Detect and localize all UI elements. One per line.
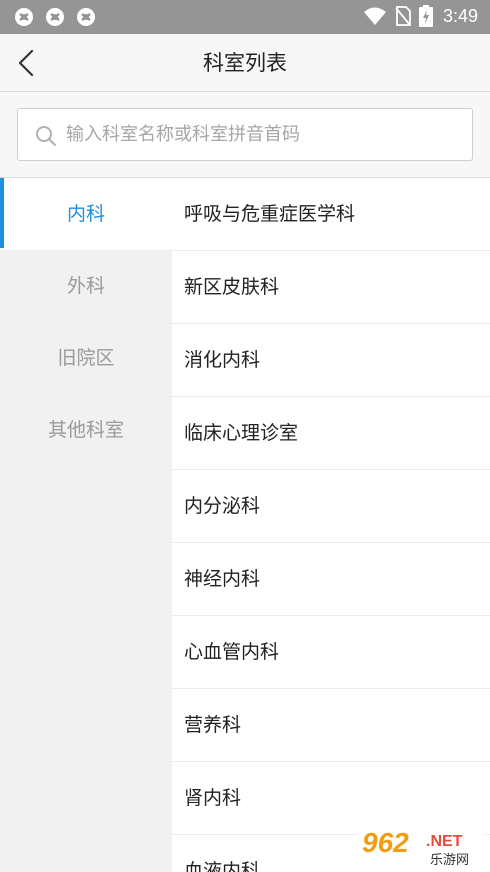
notification-icon	[46, 8, 64, 26]
watermark-suffix: .NET	[426, 833, 463, 850]
category-item-surgery[interactable]: 外科	[0, 250, 172, 322]
search-box[interactable]	[17, 108, 473, 161]
department-item[interactable]: 营养科	[172, 689, 490, 762]
watermark-logo: 962 .NET 乐游网	[358, 826, 486, 868]
notification-icon	[77, 8, 95, 26]
department-item[interactable]: 新区皮肤科	[172, 251, 490, 324]
department-item[interactable]: 心血管内科	[172, 616, 490, 689]
department-list: 呼吸与危重症医学科 新区皮肤科 消化内科 临床心理诊室 内分泌科 神经内科 心血…	[172, 178, 490, 872]
department-item[interactable]: 呼吸与危重症医学科	[172, 178, 490, 251]
wifi-icon	[363, 7, 386, 25]
department-item[interactable]: 内分泌科	[172, 470, 490, 543]
search-icon	[36, 126, 56, 146]
notification-icon	[15, 8, 33, 26]
status-indicators: 3:49	[363, 5, 478, 27]
watermark-site: 乐游网	[430, 853, 469, 868]
department-item[interactable]: 神经内科	[172, 543, 490, 616]
header: 科室列表	[0, 34, 490, 92]
search-area	[0, 92, 490, 178]
department-item[interactable]: 消化内科	[172, 324, 490, 397]
page-title: 科室列表	[203, 51, 287, 75]
category-sidebar: 内科 外科 旧院区 其他科室	[0, 178, 172, 872]
status-notifications	[14, 7, 96, 27]
search-input[interactable]	[66, 109, 462, 160]
status-time: 3:49	[442, 5, 478, 26]
category-item-internal-medicine[interactable]: 内科	[0, 178, 172, 250]
no-sim-icon	[395, 6, 411, 26]
department-item[interactable]: 临床心理诊室	[172, 397, 490, 470]
status-bar: 3:49	[0, 0, 490, 34]
battery-charging-icon	[418, 5, 433, 27]
watermark-number: 962	[362, 827, 409, 858]
category-item-old-campus[interactable]: 旧院区	[0, 322, 172, 394]
category-item-other-departments[interactable]: 其他科室	[0, 394, 172, 466]
